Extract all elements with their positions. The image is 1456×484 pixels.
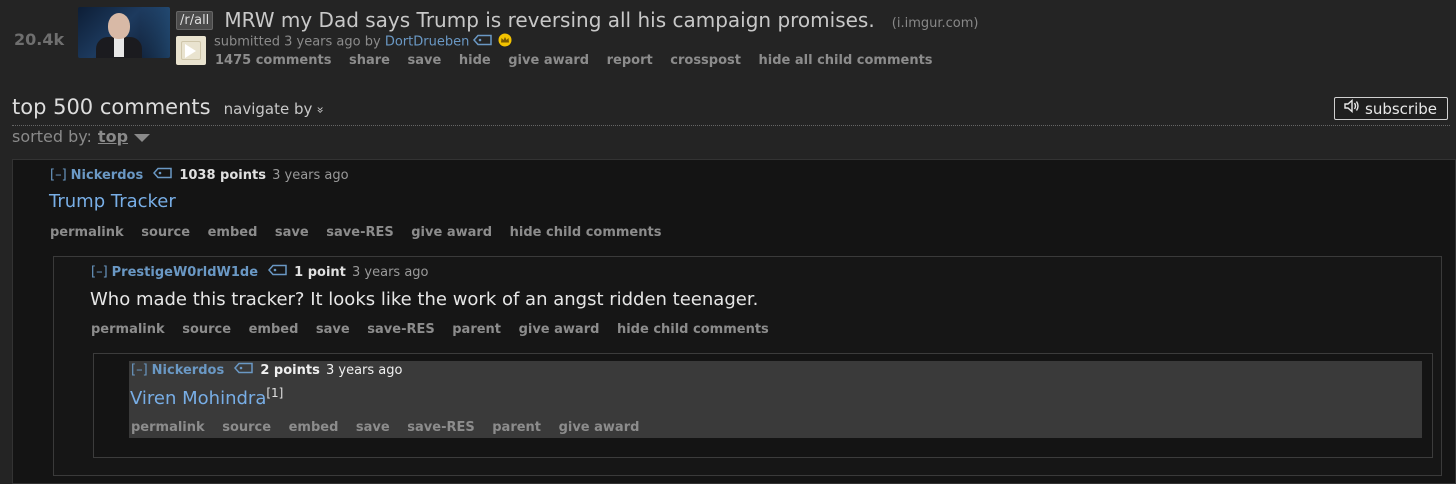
comment-age: 3 years ago — [325, 362, 403, 378]
subscribe-label: subscribe — [1365, 100, 1437, 118]
navigate-by-menu[interactable]: navigate by » — [224, 100, 328, 118]
hide-all-child-comments-button[interactable]: hide all child comments — [759, 53, 933, 68]
subscribe-button[interactable]: subscribe — [1334, 97, 1448, 120]
collapse-toggle[interactable]: [–] — [50, 168, 67, 183]
comment-points: 2 points — [260, 362, 320, 378]
give-award-button[interactable]: give award — [559, 420, 640, 435]
tag-icon[interactable] — [153, 167, 173, 183]
parent-button[interactable]: parent — [492, 420, 541, 435]
collapse-toggle[interactable]: [–] — [91, 265, 108, 280]
comment-points: 1 point — [294, 264, 346, 280]
post-score: 20.4k — [14, 30, 65, 49]
save-button[interactable]: save — [408, 53, 442, 68]
comment-body-link[interactable]: Trump Tracker — [49, 191, 176, 212]
give-award-button[interactable]: give award — [411, 225, 492, 240]
post-buttons: 1475 comments share save hide give award… — [215, 53, 946, 68]
speaker-icon — [1344, 97, 1360, 120]
chevron-down-icon[interactable] — [134, 133, 151, 142]
comment-link-text[interactable]: Viren Mohindra — [130, 388, 266, 409]
comment-buttons: permalink source embed save save-RES giv… — [50, 225, 674, 240]
expando-button[interactable] — [176, 36, 206, 65]
crown-icon — [498, 33, 512, 51]
save-button[interactable]: save — [316, 322, 350, 337]
tag-icon[interactable] — [268, 264, 288, 280]
comment-buttons: permalink source embed save save-RES par… — [91, 322, 782, 337]
post-tagline: submitted 3 years ago by DortDrueben — [214, 33, 512, 51]
report-button[interactable]: report — [607, 53, 653, 68]
post-author[interactable]: DortDrueben — [385, 35, 470, 50]
comment-age: 3 years ago — [352, 264, 429, 280]
comment-body-link[interactable]: Viren Mohindra[1] — [130, 386, 283, 409]
comment-buttons: permalink source embed save save-RES par… — [131, 420, 652, 435]
tag-icon[interactable] — [234, 362, 254, 378]
comment-tagline: [–] PrestigeW0rldW1de 1 point 3 years ago — [91, 264, 429, 280]
embed-button[interactable]: embed — [208, 225, 258, 240]
source-button[interactable]: source — [182, 322, 231, 337]
save-button[interactable]: save — [356, 420, 390, 435]
permalink-button[interactable]: permalink — [131, 420, 205, 435]
sorted-label: sorted by: — [12, 127, 92, 146]
post-thumbnail[interactable] — [78, 7, 170, 58]
comments-count-title: top 500 comments — [12, 95, 211, 119]
tag-icon[interactable] — [473, 34, 493, 50]
embed-button[interactable]: embed — [249, 322, 299, 337]
embed-button[interactable]: embed — [289, 420, 339, 435]
comment-age: 3 years ago — [272, 167, 349, 183]
footnote-marker: [1] — [266, 386, 284, 400]
submitted-text: submitted 3 years ago by — [214, 34, 381, 50]
save-button[interactable]: save — [275, 225, 309, 240]
post-title[interactable]: MRW my Dad says Trump is reversing all h… — [224, 8, 874, 32]
comments-header: top 500 comments navigate by » — [12, 95, 328, 119]
sort-selector: sorted by: top — [12, 127, 151, 146]
hide-child-comments-button[interactable]: hide child comments — [617, 322, 769, 337]
sort-dropdown[interactable]: top — [98, 127, 128, 146]
save-res-button[interactable]: save-RES — [367, 322, 434, 337]
comment-tagline: [–] Nickerdos 2 points 3 years ago — [131, 362, 402, 378]
chevron-down-icon: » — [313, 106, 328, 114]
comment-tagline: [–] Nickerdos 1038 points 3 years ago — [50, 167, 349, 183]
share-button[interactable]: share — [349, 53, 390, 68]
permalink-button[interactable]: permalink — [91, 322, 165, 337]
collapse-toggle[interactable]: [–] — [131, 363, 148, 378]
subreddit-tag[interactable]: /r/all — [176, 11, 214, 30]
comment-author[interactable]: PrestigeW0rldW1de — [112, 265, 258, 280]
post-domain[interactable]: (i.imgur.com) — [892, 16, 979, 31]
hide-child-comments-button[interactable]: hide child comments — [510, 225, 662, 240]
source-button[interactable]: source — [141, 225, 190, 240]
save-res-button[interactable]: save-RES — [407, 420, 474, 435]
parent-button[interactable]: parent — [452, 322, 501, 337]
give-award-button[interactable]: give award — [519, 322, 600, 337]
divider — [12, 125, 1450, 126]
post-title-row: /r/all MRW my Dad says Trump is reversin… — [176, 8, 979, 34]
comment-author[interactable]: Nickerdos — [152, 363, 225, 378]
comments-link[interactable]: 1475 comments — [215, 53, 331, 68]
comment-author[interactable]: Nickerdos — [71, 168, 144, 183]
save-res-button[interactable]: save-RES — [326, 225, 393, 240]
crosspost-button[interactable]: crosspost — [670, 53, 741, 68]
permalink-button[interactable]: permalink — [50, 225, 124, 240]
give-award-button[interactable]: give award — [508, 53, 589, 68]
comment-points: 1038 points — [179, 167, 266, 183]
hide-button[interactable]: hide — [459, 53, 491, 68]
comment-body: Who made this tracker? It looks like the… — [90, 289, 759, 310]
play-icon — [185, 44, 196, 58]
source-button[interactable]: source — [222, 420, 271, 435]
